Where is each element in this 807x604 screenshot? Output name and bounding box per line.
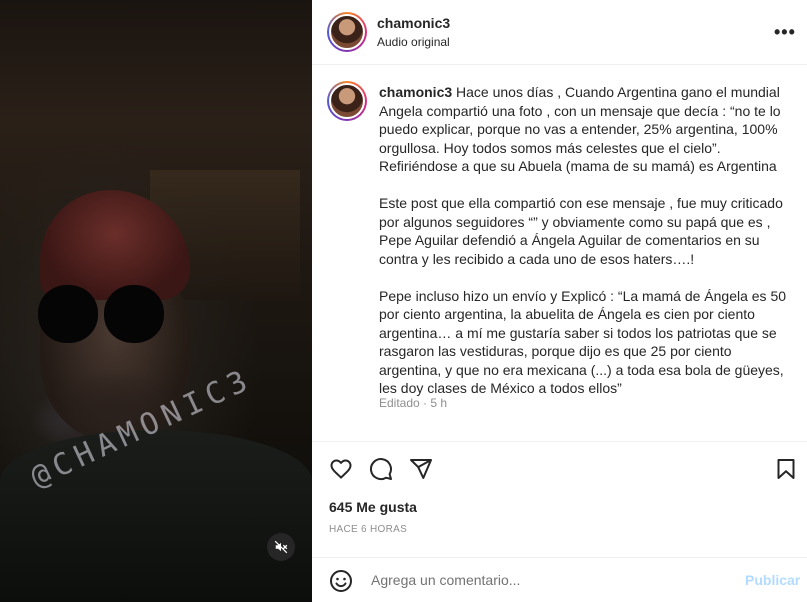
- heart-icon[interactable]: [329, 457, 353, 481]
- post-time: HACE 6 HORAS: [329, 524, 408, 535]
- caption-body: Hace unos días , Cuando Argentina gano e…: [379, 84, 787, 396]
- caption-avatar[interactable]: [327, 81, 367, 121]
- ellipsis-icon[interactable]: •••: [774, 22, 796, 43]
- comment-icon[interactable]: [369, 457, 393, 481]
- comment-input[interactable]: [369, 571, 733, 589]
- caption-username[interactable]: chamonic3: [379, 84, 452, 100]
- post-panel: chamonic3 Audio original ••• chamonic3 H…: [312, 0, 807, 602]
- caption-area: chamonic3 Hace unos días , Cuando Argent…: [312, 65, 807, 440]
- post-header: chamonic3 Audio original •••: [312, 0, 807, 65]
- publish-button[interactable]: Publicar: [745, 572, 800, 588]
- post-media[interactable]: @CHAMONIC3: [0, 0, 312, 602]
- edited-timestamp: Editado · 5 h: [379, 396, 448, 410]
- share-icon[interactable]: [409, 457, 433, 481]
- audio-link[interactable]: Audio original: [377, 35, 450, 49]
- header-username[interactable]: chamonic3: [377, 15, 450, 31]
- smiley-icon[interactable]: [329, 569, 353, 593]
- speaker-muted-icon: [274, 540, 288, 554]
- action-bar: 645 Me gusta HACE 6 HORAS Publicar: [312, 441, 807, 602]
- avatar[interactable]: [327, 12, 367, 52]
- likes-count[interactable]: 645 Me gusta: [329, 499, 417, 515]
- sunglasses: [38, 285, 168, 345]
- caption-text: chamonic3 Hace unos días , Cuando Argent…: [379, 83, 789, 398]
- bookmark-icon[interactable]: [774, 457, 798, 481]
- comment-bar: Publicar: [312, 557, 807, 604]
- mute-button[interactable]: [267, 533, 295, 561]
